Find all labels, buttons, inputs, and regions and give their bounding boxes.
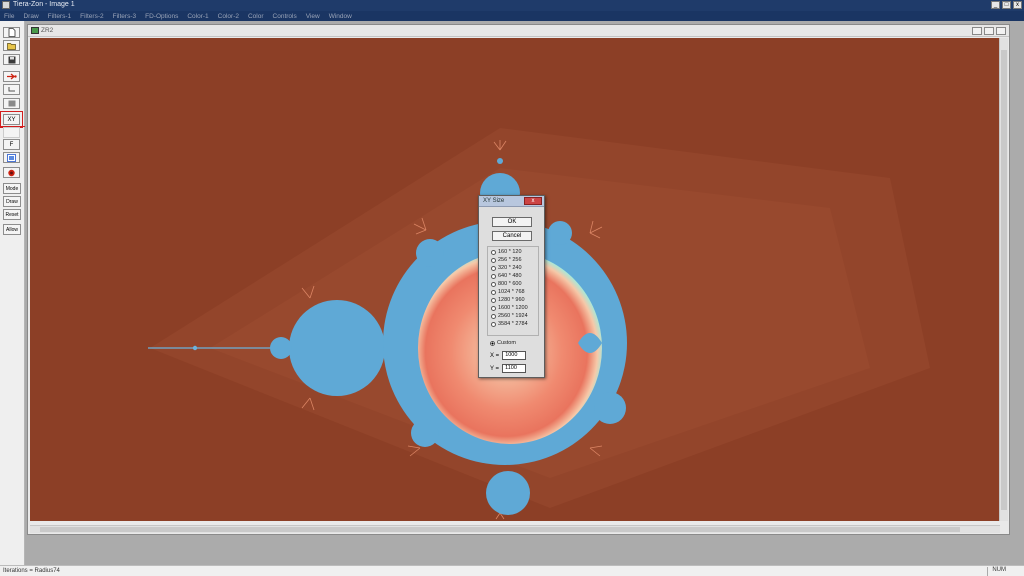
menu-draw[interactable]: Draw <box>23 13 38 20</box>
vertical-scroll-thumb[interactable] <box>1001 50 1007 510</box>
size-option[interactable]: 1280 * 960 <box>491 297 525 303</box>
menu-fd-options[interactable]: FD-Options <box>145 13 178 20</box>
custom-option[interactable]: Custom <box>490 340 516 346</box>
size-option[interactable]: 2560 * 1924 <box>491 313 528 319</box>
dialog-title: XY Size <box>483 198 505 204</box>
menu-color-1[interactable]: Color-1 <box>187 13 208 20</box>
menu-bar: File Draw Filters-1 Filters-2 Filters-3 … <box>0 11 1024 21</box>
radio-icon[interactable] <box>491 265 496 271</box>
radio-selected-icon[interactable] <box>490 340 495 346</box>
menu-controls[interactable]: Controls <box>273 13 297 20</box>
y-input[interactable]: 1100 <box>502 364 527 373</box>
size-option[interactable]: 320 * 240 <box>491 265 522 271</box>
size-option[interactable]: 800 * 600 <box>491 281 522 287</box>
forward-icon[interactable] <box>3 71 20 82</box>
menu-filters-3[interactable]: Filters-3 <box>113 13 136 20</box>
size-option[interactable]: 640 * 480 <box>491 273 522 279</box>
size-option[interactable]: 1600 * 1200 <box>491 305 528 311</box>
left-toolbar: XY F Mode Draw Reset Allow <box>0 21 25 565</box>
y-label: Y = <box>490 365 500 372</box>
window-title: Tiera-Zon - Image 1 <box>13 1 75 8</box>
radio-icon[interactable] <box>491 305 496 311</box>
open-icon[interactable] <box>3 40 20 51</box>
stop-icon[interactable] <box>3 98 20 109</box>
close-button[interactable]: x <box>1013 1 1022 9</box>
menu-file[interactable]: File <box>4 13 14 20</box>
ok-button[interactable]: OK <box>492 217 532 227</box>
menu-filters-2[interactable]: Filters-2 <box>80 13 103 20</box>
radio-icon[interactable] <box>491 297 496 303</box>
x-label: X = <box>490 352 500 359</box>
back-icon[interactable] <box>3 84 20 95</box>
vertical-scrollbar[interactable] <box>999 38 1008 521</box>
horizontal-scrollbar[interactable] <box>30 525 1000 533</box>
radio-icon[interactable] <box>491 249 496 255</box>
xy-size-dialog: XY Size x OK Cancel 160 * 120 256 * 256 … <box>478 195 545 378</box>
allow-button[interactable]: Allow <box>3 224 21 235</box>
menu-color-2[interactable]: Color-2 <box>218 13 239 20</box>
title-bar: Tiera-Zon - Image 1 _ □ x <box>0 0 1024 11</box>
dialog-title-bar: XY Size x <box>479 196 544 207</box>
status-bar: Iterations = Radius74 NUM <box>0 565 1024 576</box>
status-mode: NUM <box>987 567 1006 576</box>
menu-filters-1[interactable]: Filters-1 <box>48 13 71 20</box>
palette-icon[interactable] <box>3 152 20 163</box>
size-option[interactable]: 160 * 120 <box>491 249 522 255</box>
dialog-close-button[interactable]: x <box>524 197 542 205</box>
x-input[interactable]: 1000 <box>502 351 527 360</box>
radio-icon[interactable] <box>491 257 496 263</box>
formula-button[interactable]: F <box>3 139 20 150</box>
app-icon <box>2 1 10 9</box>
maximize-button[interactable]: □ <box>1002 1 1011 9</box>
radio-icon[interactable] <box>491 273 496 279</box>
draw-button[interactable]: Draw <box>3 196 21 207</box>
size-options-group: 160 * 120 256 * 256 320 * 240 640 * 480 … <box>487 246 539 336</box>
save-icon[interactable] <box>3 54 20 65</box>
render-icon[interactable] <box>3 167 20 178</box>
menu-window[interactable]: Window <box>329 13 352 20</box>
radio-icon[interactable] <box>491 281 496 287</box>
cancel-button[interactable]: Cancel <box>492 231 532 241</box>
doc-restore-button[interactable] <box>984 27 994 35</box>
x-dimension-row: X = 1000 <box>490 351 527 360</box>
document-icon <box>31 27 39 34</box>
doc-close-button[interactable] <box>996 27 1006 35</box>
size-option[interactable]: 256 * 256 <box>491 257 522 263</box>
status-text: Iterations = Radius74 <box>3 568 60 574</box>
radio-icon[interactable] <box>491 313 496 319</box>
menu-color[interactable]: Color <box>248 13 264 20</box>
minimize-button[interactable]: _ <box>991 1 1000 9</box>
size-option[interactable]: 1024 * 768 <box>491 289 525 295</box>
reset-button[interactable]: Reset <box>3 209 21 220</box>
document-title-bar: ZR2 <box>28 25 1009 37</box>
xy-size-button[interactable]: XY <box>0 111 23 128</box>
size-option[interactable]: 3584 * 2784 <box>491 321 528 327</box>
new-icon[interactable] <box>3 27 20 38</box>
document-title: ZR2 <box>41 27 54 34</box>
menu-view[interactable]: View <box>306 13 320 20</box>
horizontal-scroll-thumb[interactable] <box>40 527 960 532</box>
y-dimension-row: Y = 1100 <box>490 364 527 373</box>
mode-button[interactable]: Mode <box>3 183 21 194</box>
blank-tool-button[interactable] <box>3 127 20 138</box>
radio-icon[interactable] <box>491 289 496 295</box>
doc-minimize-button[interactable] <box>972 27 982 35</box>
radio-icon[interactable] <box>491 321 496 327</box>
